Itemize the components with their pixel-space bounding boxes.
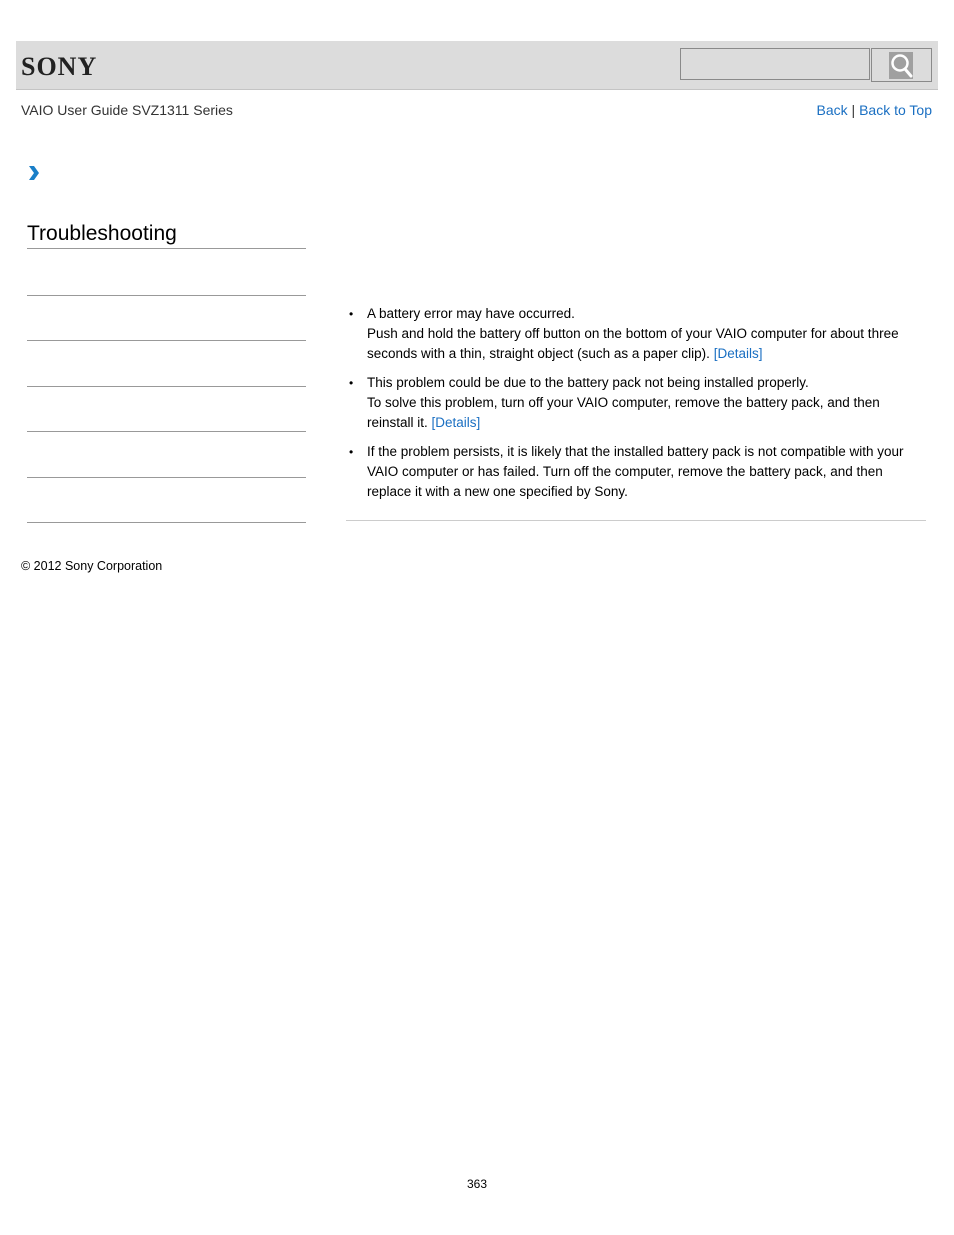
- page-number: 363: [466, 1177, 488, 1191]
- sidebar-item[interactable]: [27, 431, 306, 432]
- details-link[interactable]: [Details]: [432, 415, 481, 430]
- item-text: If the problem persists, it is likely th…: [367, 444, 904, 499]
- bullet: •: [349, 307, 354, 321]
- item-text: Push and hold the battery off button on …: [367, 326, 899, 361]
- header-bar: SONY: [16, 41, 938, 90]
- search-button[interactable]: [871, 48, 932, 82]
- item-heading: This problem could be due to the battery…: [367, 375, 809, 390]
- top-nav: Back | Back to Top: [817, 102, 932, 118]
- list-item: • This problem could be due to the batte…: [346, 373, 926, 433]
- back-link[interactable]: Back: [817, 102, 848, 118]
- bullet: •: [349, 376, 354, 390]
- search-input[interactable]: [680, 48, 870, 80]
- bullet: •: [349, 445, 354, 459]
- sony-logo: SONY: [21, 52, 98, 81]
- main-content: • A battery error may have occurred. Pus…: [346, 304, 926, 511]
- content-divider: [346, 520, 926, 521]
- sidebar-item[interactable]: [27, 522, 306, 523]
- search-icon: [889, 52, 913, 79]
- sidebar-item[interactable]: [27, 340, 306, 341]
- sidebar-item[interactable]: [27, 477, 306, 478]
- solution-list: • A battery error may have occurred. Pus…: [346, 304, 926, 502]
- details-link[interactable]: [Details]: [714, 346, 763, 361]
- nav-separator: |: [847, 102, 860, 118]
- section-title: Troubleshooting: [27, 222, 306, 249]
- list-item: • If the problem persists, it is likely …: [346, 442, 926, 502]
- copyright: © 2012 Sony Corporation: [21, 559, 163, 573]
- list-item: • A battery error may have occurred. Pus…: [346, 304, 926, 364]
- item-heading: A battery error may have occurred.: [367, 306, 575, 321]
- back-to-top-link[interactable]: Back to Top: [859, 102, 932, 118]
- sidebar-item[interactable]: [27, 386, 306, 387]
- guide-title: VAIO User Guide SVZ1311 Series: [21, 102, 233, 118]
- chevron-right-icon[interactable]: [27, 165, 41, 186]
- sidebar-item[interactable]: [27, 295, 306, 296]
